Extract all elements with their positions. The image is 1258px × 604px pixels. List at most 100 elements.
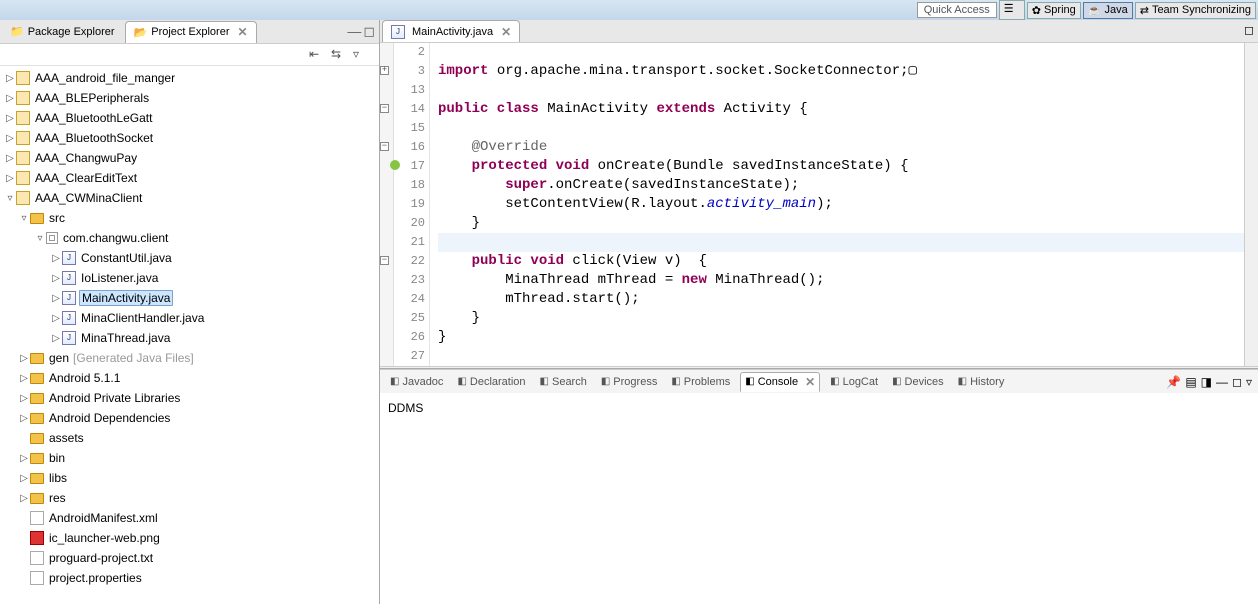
- code-line[interactable]: }: [438, 309, 1244, 328]
- tree-item[interactable]: ▷JConstantUtil.java: [0, 248, 379, 268]
- fold-marker-icon[interactable]: +: [380, 66, 389, 75]
- link-editor-icon[interactable]: ⇆: [331, 47, 347, 63]
- code-line[interactable]: }: [438, 214, 1244, 233]
- code-line[interactable]: setContentView(R.layout.activity_main);: [438, 195, 1244, 214]
- tree-item[interactable]: assets: [0, 428, 379, 448]
- fold-marker-icon[interactable]: −: [380, 256, 389, 265]
- expand-twisty[interactable]: ▷: [18, 353, 30, 364]
- tree-item[interactable]: ▷gen [Generated Java Files]: [0, 348, 379, 368]
- code-line[interactable]: protected void onCreate(Bundle savedInst…: [438, 157, 1244, 176]
- expand-twisty[interactable]: ▿: [4, 193, 16, 204]
- code-line[interactable]: [438, 119, 1244, 138]
- tab-history[interactable]: ◧History: [954, 374, 1009, 390]
- tree-item[interactable]: AndroidManifest.xml: [0, 508, 379, 528]
- tab-search[interactable]: ◧Search: [536, 374, 591, 390]
- tab-package-explorer[interactable]: 📁Package Explorer: [2, 21, 123, 43]
- tree-item[interactable]: ▿com.changwu.client: [0, 228, 379, 248]
- view-menu-icon[interactable]: ▿: [353, 47, 369, 63]
- minimize-view-icon[interactable]: —: [347, 23, 361, 40]
- expand-twisty[interactable]: ▷: [18, 373, 30, 384]
- tab-javadoc[interactable]: ◧Javadoc: [386, 374, 447, 390]
- code-line[interactable]: [438, 43, 1244, 62]
- code-line[interactable]: [438, 233, 1244, 252]
- expand-twisty[interactable]: ▷: [18, 413, 30, 424]
- tree-item[interactable]: project.properties: [0, 568, 379, 588]
- tree-item[interactable]: ▷res: [0, 488, 379, 508]
- collapse-all-icon[interactable]: ⇤: [309, 47, 325, 63]
- code-line[interactable]: [438, 347, 1244, 366]
- fold-marker-icon[interactable]: −: [380, 104, 389, 113]
- code-line[interactable]: mThread.start();: [438, 290, 1244, 309]
- tree-item[interactable]: ▷JMinaClientHandler.java: [0, 308, 379, 328]
- open-console-icon[interactable]: ◨: [1201, 375, 1212, 389]
- tree-item[interactable]: ▷AAA_ClearEditText: [0, 168, 379, 188]
- expand-twisty[interactable]: ▷: [18, 473, 30, 484]
- tab-declaration[interactable]: ◧Declaration: [453, 374, 529, 390]
- perspective-spring[interactable]: ✿Spring: [1027, 2, 1081, 19]
- tree-item[interactable]: ▷JIoListener.java: [0, 268, 379, 288]
- code-line[interactable]: public void click(View v) {: [438, 252, 1244, 271]
- editor-tab-mainactivity[interactable]: J MainActivity.java ✕: [382, 20, 520, 42]
- tree-item[interactable]: ▷AAA_BluetoothLeGatt: [0, 108, 379, 128]
- fold-marker-icon[interactable]: −: [380, 142, 389, 151]
- code-line[interactable]: }: [438, 328, 1244, 347]
- project-tree[interactable]: ▷AAA_android_file_manger▷AAA_BLEPeripher…: [0, 66, 379, 604]
- tree-item[interactable]: ▷JMinaThread.java: [0, 328, 379, 348]
- display-console-icon[interactable]: ▤: [1185, 375, 1196, 389]
- expand-twisty[interactable]: ▷: [18, 453, 30, 464]
- expand-twisty[interactable]: ▷: [50, 253, 62, 264]
- tab-console[interactable]: ◧Console✕: [740, 372, 820, 392]
- close-icon[interactable]: ✕: [805, 375, 815, 389]
- tree-item[interactable]: ic_launcher-web.png: [0, 528, 379, 548]
- code-editor[interactable]: 23+1314−1516−171819202122−2324252627 imp…: [380, 43, 1258, 366]
- tree-item[interactable]: ▿src: [0, 208, 379, 228]
- expand-twisty[interactable]: ▷: [4, 133, 16, 144]
- tab-progress[interactable]: ◧Progress: [597, 374, 661, 390]
- tree-item[interactable]: proguard-project.txt: [0, 548, 379, 568]
- minimize-icon[interactable]: —: [1216, 375, 1228, 389]
- code-line[interactable]: MinaThread mThread = new MinaThread();: [438, 271, 1244, 290]
- code-line[interactable]: super.onCreate(savedInstanceState);: [438, 176, 1244, 195]
- expand-twisty[interactable]: ▷: [4, 113, 16, 124]
- open-perspective-button[interactable]: ☰: [999, 0, 1025, 20]
- tree-item[interactable]: ▿AAA_CWMinaClient: [0, 188, 379, 208]
- tree-item[interactable]: ▷JMainActivity.java: [0, 288, 379, 308]
- expand-twisty[interactable]: ▷: [18, 393, 30, 404]
- code-line[interactable]: @Override: [438, 138, 1244, 157]
- view-menu-icon[interactable]: ▿: [1246, 375, 1252, 389]
- maximize-icon[interactable]: ◻: [1232, 375, 1242, 389]
- expand-twisty[interactable]: ▷: [4, 73, 16, 84]
- tree-item[interactable]: ▷Android Dependencies: [0, 408, 379, 428]
- tree-item[interactable]: ▷AAA_BLEPeripherals: [0, 88, 379, 108]
- tree-item[interactable]: ▷libs: [0, 468, 379, 488]
- maximize-editor-icon[interactable]: ◻: [1244, 23, 1254, 37]
- expand-twisty[interactable]: ▷: [50, 293, 62, 304]
- code-line[interactable]: [438, 81, 1244, 100]
- tree-item[interactable]: ▷bin: [0, 448, 379, 468]
- tab-devices[interactable]: ◧Devices: [888, 374, 948, 390]
- tree-item[interactable]: ▷Android Private Libraries: [0, 388, 379, 408]
- tree-item[interactable]: ▷AAA_android_file_manger: [0, 68, 379, 88]
- close-icon[interactable]: ✕: [238, 25, 248, 39]
- maximize-view-icon[interactable]: ◻: [363, 23, 375, 40]
- close-icon[interactable]: ✕: [501, 25, 511, 39]
- perspective-team-sync[interactable]: ⇄Team Synchronizing: [1135, 2, 1256, 19]
- code-area[interactable]: import org.apache.mina.transport.socket.…: [430, 43, 1244, 366]
- code-line[interactable]: import org.apache.mina.transport.socket.…: [438, 62, 1244, 81]
- expand-twisty[interactable]: ▿: [34, 233, 46, 244]
- expand-twisty[interactable]: ▿: [18, 213, 30, 224]
- quick-access-box[interactable]: Quick Access: [917, 2, 997, 18]
- code-line[interactable]: public class MainActivity extends Activi…: [438, 100, 1244, 119]
- expand-twisty[interactable]: ▷: [4, 153, 16, 164]
- expand-twisty[interactable]: ▷: [4, 173, 16, 184]
- expand-twisty[interactable]: ▷: [50, 333, 62, 344]
- expand-twisty[interactable]: ▷: [50, 273, 62, 284]
- expand-twisty[interactable]: ▷: [18, 493, 30, 504]
- tab-logcat[interactable]: ◧LogCat: [826, 374, 882, 390]
- perspective-java[interactable]: ☕Java: [1083, 2, 1133, 19]
- tree-item[interactable]: ▷AAA_ChangwuPay: [0, 148, 379, 168]
- tab-problems[interactable]: ◧Problems: [667, 374, 734, 390]
- expand-twisty[interactable]: ▷: [4, 93, 16, 104]
- pin-console-icon[interactable]: 📌: [1166, 375, 1181, 389]
- expand-twisty[interactable]: ▷: [50, 313, 62, 324]
